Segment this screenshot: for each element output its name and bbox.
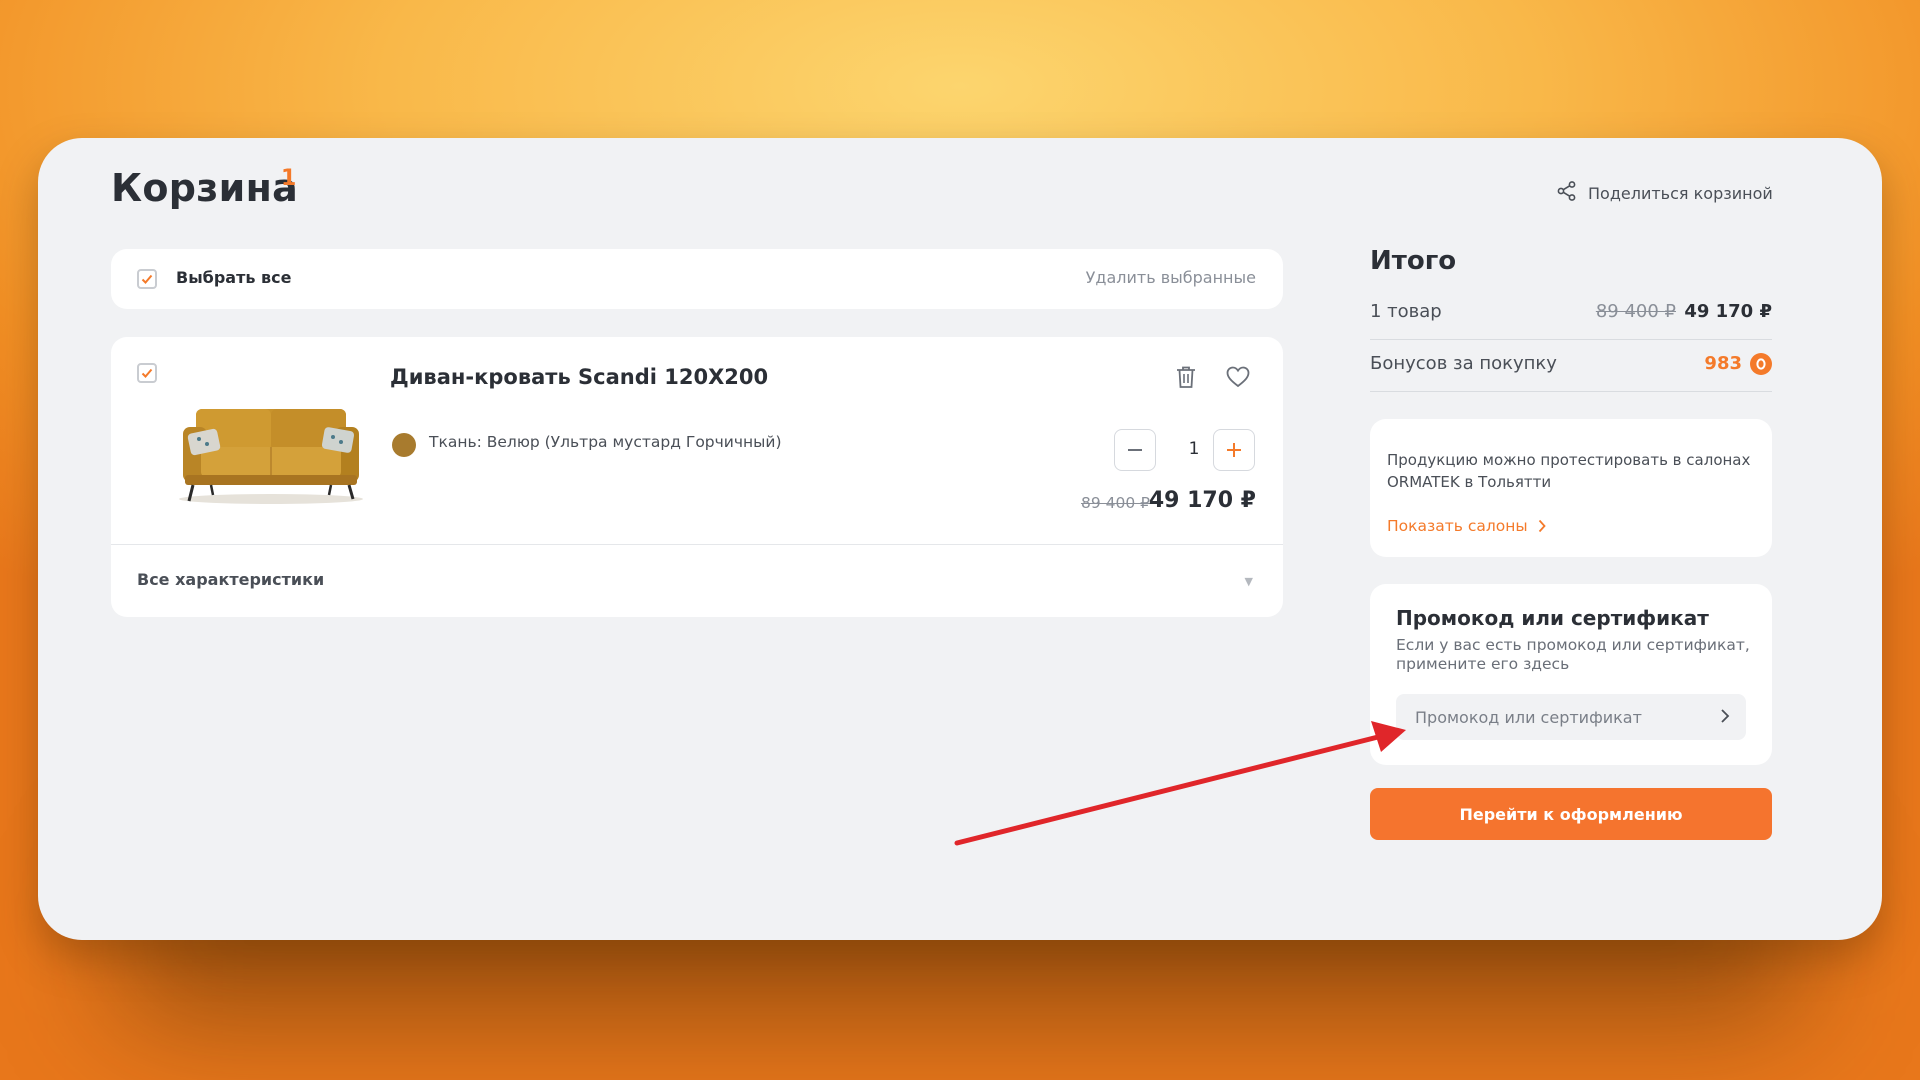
chevron-right-icon: [1538, 519, 1546, 533]
item-checkbox[interactable]: [137, 363, 157, 383]
item-divider: [111, 544, 1283, 545]
item-old-price: 89 400 ₽: [1080, 494, 1150, 512]
plus-icon: [1227, 443, 1241, 457]
salons-info-text: Продукцию можно протестировать в салонах…: [1387, 451, 1751, 491]
product-image[interactable]: [171, 387, 371, 507]
bonus-value: 983: [1704, 353, 1742, 374]
summary-bonus-row: Бонусов за покупку 983: [1370, 353, 1772, 377]
delete-item-button[interactable]: [1170, 361, 1202, 393]
summary-divider: [1370, 391, 1772, 392]
summary-divider: [1370, 339, 1772, 340]
all-specs-toggle[interactable]: Все характеристики: [137, 570, 324, 589]
page-title: Корзина: [111, 166, 299, 210]
show-salons-link[interactable]: Показать салоны: [1387, 517, 1546, 535]
fabric-description: Ткань: Велюр (Ультра мустард Горчичный): [429, 433, 782, 451]
summary-items-label: 1 товар: [1370, 301, 1442, 322]
add-to-favorites-button[interactable]: [1222, 361, 1254, 393]
promo-code-input[interactable]: Промокод или сертификат: [1396, 694, 1746, 740]
show-salons-label: Показать салоны: [1387, 517, 1528, 535]
promo-title: Промокод или сертификат: [1396, 606, 1709, 630]
bonus-label: Бонусов за покупку: [1370, 353, 1557, 374]
decrease-quantity-button[interactable]: [1114, 429, 1156, 471]
select-all-bar: Выбрать все Удалить выбранные: [111, 249, 1283, 309]
share-icon: [1556, 180, 1578, 206]
fabric-color-swatch: [392, 433, 416, 457]
share-cart-label: Поделиться корзиной: [1588, 183, 1773, 203]
item-price: 49 170 ₽: [1148, 488, 1256, 513]
summary-old-price: 89 400 ₽: [1595, 301, 1676, 322]
minus-icon: [1128, 449, 1142, 451]
promo-code-placeholder: Промокод или сертификат: [1415, 707, 1642, 727]
cart-count-badge: 1: [281, 166, 297, 191]
quantity-value[interactable]: 1: [1179, 439, 1209, 459]
checkmark-icon: [141, 274, 153, 284]
increase-quantity-button[interactable]: [1213, 429, 1255, 471]
chevron-right-icon: [1721, 709, 1730, 723]
checkout-button[interactable]: Перейти к оформлению: [1370, 788, 1772, 840]
sofa-icon: [179, 409, 363, 504]
salons-info-card: Продукцию можно протестировать в салонах…: [1370, 419, 1772, 557]
summary-price: 49 170 ₽: [1684, 301, 1772, 322]
trash-icon: [1177, 366, 1195, 388]
heart-icon: [1226, 366, 1250, 388]
share-cart-button[interactable]: Поделиться корзиной: [1556, 180, 1773, 206]
select-all-label: Выбрать все: [176, 268, 292, 287]
promo-description: Если у вас есть промокод или сертификат,…: [1396, 636, 1750, 673]
promo-card: Промокод или сертификат Если у вас есть …: [1370, 584, 1772, 765]
checkmark-icon: [141, 368, 153, 378]
select-all-checkbox[interactable]: [137, 269, 157, 289]
chevron-down-icon[interactable]: ▼: [1245, 575, 1253, 588]
cart-item: Диван-кровать Scandi 120Х200 Ткань: Велю…: [111, 337, 1283, 617]
product-name[interactable]: Диван-кровать Scandi 120Х200: [390, 365, 768, 389]
bonus-coin-icon: [1750, 353, 1772, 375]
summary-title: Итого: [1370, 246, 1457, 276]
summary-items-row: 1 товар 89 400 ₽ 49 170 ₽: [1370, 301, 1772, 325]
delete-selected-button[interactable]: Удалить выбранные: [1086, 268, 1256, 287]
